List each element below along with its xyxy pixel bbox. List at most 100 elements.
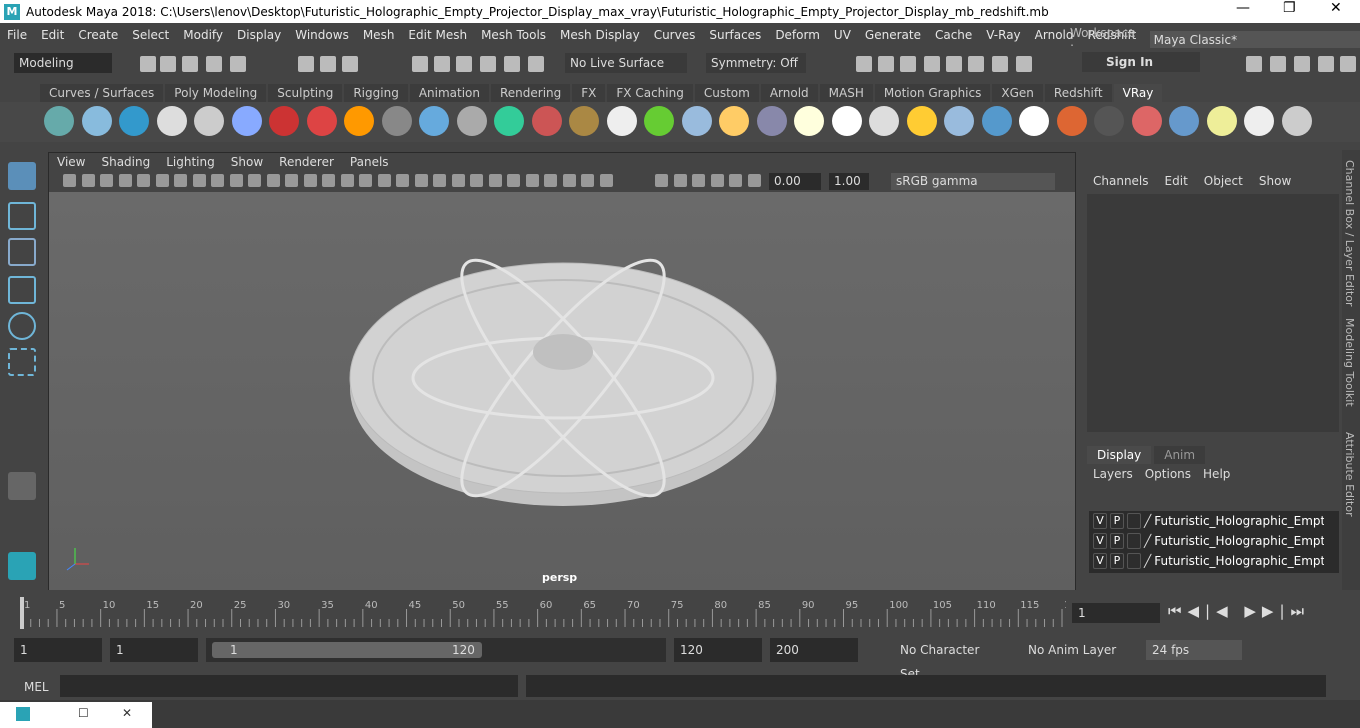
vray-shelf-tool-icon[interactable] (794, 106, 824, 136)
playback-start-field[interactable]: 1 (110, 638, 198, 662)
status-tool-icon[interactable] (298, 56, 314, 72)
shelf-tab-xgen[interactable]: XGen (992, 84, 1043, 102)
menu-mesh-display[interactable]: Mesh Display (553, 28, 647, 42)
vray-shelf-tool-icon[interactable] (1019, 106, 1049, 136)
menu-file[interactable]: File (0, 28, 34, 42)
layer-name[interactable]: Futuristic_Holographic_Empty_Pr (1154, 534, 1324, 548)
menu-deform[interactable]: Deform (768, 28, 827, 42)
viewport-tool-icon[interactable] (155, 174, 169, 187)
playback-toggle[interactable]: P (1110, 533, 1124, 549)
shelf-tab-rendering[interactable]: Rendering (491, 84, 571, 102)
status-tool-icon[interactable] (968, 56, 984, 72)
exposure-field[interactable]: 0.00 (769, 173, 821, 190)
viewport-menu-view[interactable]: View (49, 153, 93, 172)
menu-edit[interactable]: Edit (34, 28, 71, 42)
layer-tab-anim[interactable]: Anim (1154, 446, 1206, 464)
viewport-tool-icon[interactable] (544, 174, 557, 187)
status-tool-icon[interactable] (1340, 56, 1356, 72)
menu-mesh[interactable]: Mesh (356, 28, 402, 42)
vray-shelf-tool-icon[interactable] (1206, 106, 1237, 136)
vray-shelf-tool-icon[interactable] (569, 106, 599, 136)
layer-menu-layers[interactable]: Layers (1089, 467, 1141, 481)
viewport-tool-icon[interactable] (433, 174, 446, 187)
menu-edit-mesh[interactable]: Edit Mesh (401, 28, 474, 42)
side-tab-modeling-toolkit[interactable]: Modeling Toolkit (1343, 318, 1356, 407)
channel-box-menu-channels[interactable]: Channels (1085, 174, 1157, 188)
viewport-tool-icon[interactable] (581, 174, 594, 187)
viewport-tool-icon[interactable] (174, 174, 187, 187)
status-tool-icon[interactable] (206, 56, 222, 72)
vray-shelf-tool-icon[interactable] (1056, 106, 1087, 136)
end-time-field[interactable]: 200 (770, 638, 858, 662)
paint-select-tool-icon[interactable] (8, 238, 36, 266)
playback-controls[interactable]: ⏮◀|◀ ▶▶|⏭ (1168, 602, 1310, 620)
viewport-tool-icon[interactable] (229, 174, 243, 187)
select-tool-icon[interactable] (8, 162, 36, 190)
menu-set-dropdown[interactable]: Modeling (14, 53, 112, 73)
shelf-tab-curves-surfaces[interactable]: Curves / Surfaces (40, 84, 164, 102)
status-tool-icon[interactable] (480, 56, 496, 72)
current-time-marker[interactable] (20, 597, 24, 629)
visibility-toggle[interactable]: V (1093, 533, 1107, 549)
layer-color-icon[interactable]: ╱ (1144, 514, 1151, 528)
close-button[interactable]: ✕ (1330, 0, 1342, 16)
viewport-menu-shading[interactable]: Shading (93, 153, 158, 172)
viewport-tool-icon[interactable] (414, 174, 428, 187)
vray-shelf-tool-icon[interactable] (644, 106, 674, 136)
close-icon[interactable]: ✕ (122, 706, 132, 720)
display-type-toggle[interactable] (1127, 533, 1141, 549)
vray-shelf-tool-icon[interactable] (906, 106, 937, 136)
status-tool-icon[interactable] (878, 56, 894, 72)
vray-shelf-tool-icon[interactable] (944, 106, 974, 136)
menu-v-ray[interactable]: V-Ray (979, 28, 1027, 42)
viewport-tool-icon[interactable] (673, 174, 687, 187)
menu-display[interactable]: Display (230, 28, 288, 42)
viewport-tool-icon[interactable] (525, 174, 539, 187)
viewport-tool-icon[interactable] (470, 174, 483, 187)
layer-menu-options[interactable]: Options (1141, 467, 1199, 481)
viewport-tool-icon[interactable] (451, 174, 465, 187)
viewport-tool-icon[interactable] (211, 174, 224, 187)
fps-dropdown[interactable]: 24 fps (1146, 640, 1242, 660)
viewport-menu-lighting[interactable]: Lighting (158, 153, 223, 172)
vray-shelf-tool-icon[interactable] (981, 106, 1012, 136)
layer-row[interactable]: VP ╱Futuristic_Holographic_Empty_Pr (1089, 511, 1339, 531)
status-tool-icon[interactable] (946, 56, 962, 72)
menu-surfaces[interactable]: Surfaces (702, 28, 768, 42)
status-tool-icon[interactable] (230, 56, 246, 72)
viewport-tool-icon[interactable] (322, 174, 335, 187)
color-space-dropdown[interactable]: sRGB gamma (891, 173, 1055, 190)
status-tool-icon[interactable] (342, 56, 358, 72)
sign-in-button[interactable]: Sign In (1082, 52, 1200, 72)
viewport-tool-icon[interactable] (396, 174, 409, 187)
layer-color-icon[interactable]: ╱ (1144, 534, 1151, 548)
shelf-tab-fx[interactable]: FX (572, 84, 606, 102)
minimize-button[interactable]: — (1236, 0, 1250, 16)
menu-windows[interactable]: Windows (288, 28, 356, 42)
vray-shelf-tool-icon[interactable] (81, 106, 112, 136)
viewport-menu-show[interactable]: Show (223, 153, 271, 172)
status-tool-icon[interactable] (1246, 56, 1262, 72)
layer-name[interactable]: Futuristic_Holographic_Empty_Pr (1154, 514, 1324, 528)
status-tool-icon[interactable] (140, 56, 156, 72)
vray-shelf-tool-icon[interactable] (194, 106, 224, 136)
vray-shelf-tool-icon[interactable] (269, 106, 299, 136)
status-tool-icon[interactable] (528, 56, 544, 72)
display-type-toggle[interactable] (1127, 513, 1141, 529)
symmetry-dropdown[interactable]: Symmetry: Off (706, 53, 806, 73)
shelf-tab-arnold[interactable]: Arnold (760, 84, 818, 102)
move-tool-icon[interactable] (8, 276, 36, 304)
channel-list[interactable] (1087, 194, 1339, 432)
playback-toggle[interactable]: P (1110, 553, 1124, 569)
menu-select[interactable]: Select (125, 28, 176, 42)
shelf-tab-sculpting[interactable]: Sculpting (268, 84, 343, 102)
vray-shelf-tool-icon[interactable] (531, 106, 562, 136)
vray-shelf-tool-icon[interactable] (381, 106, 412, 136)
command-language-label[interactable]: MEL (24, 680, 49, 694)
command-input[interactable] (60, 675, 518, 697)
status-tool-icon[interactable] (900, 56, 916, 72)
time-slider[interactable]: 1 5 10 15 20 25 30 35 40 45 50 55 60 65 70 75 80 85 90 95 10… (14, 597, 1083, 629)
side-tab-channel-box[interactable]: Channel Box / Layer Editor (1343, 160, 1356, 307)
vray-shelf-tool-icon[interactable] (456, 106, 487, 136)
viewport-tool-icon[interactable] (248, 174, 261, 187)
